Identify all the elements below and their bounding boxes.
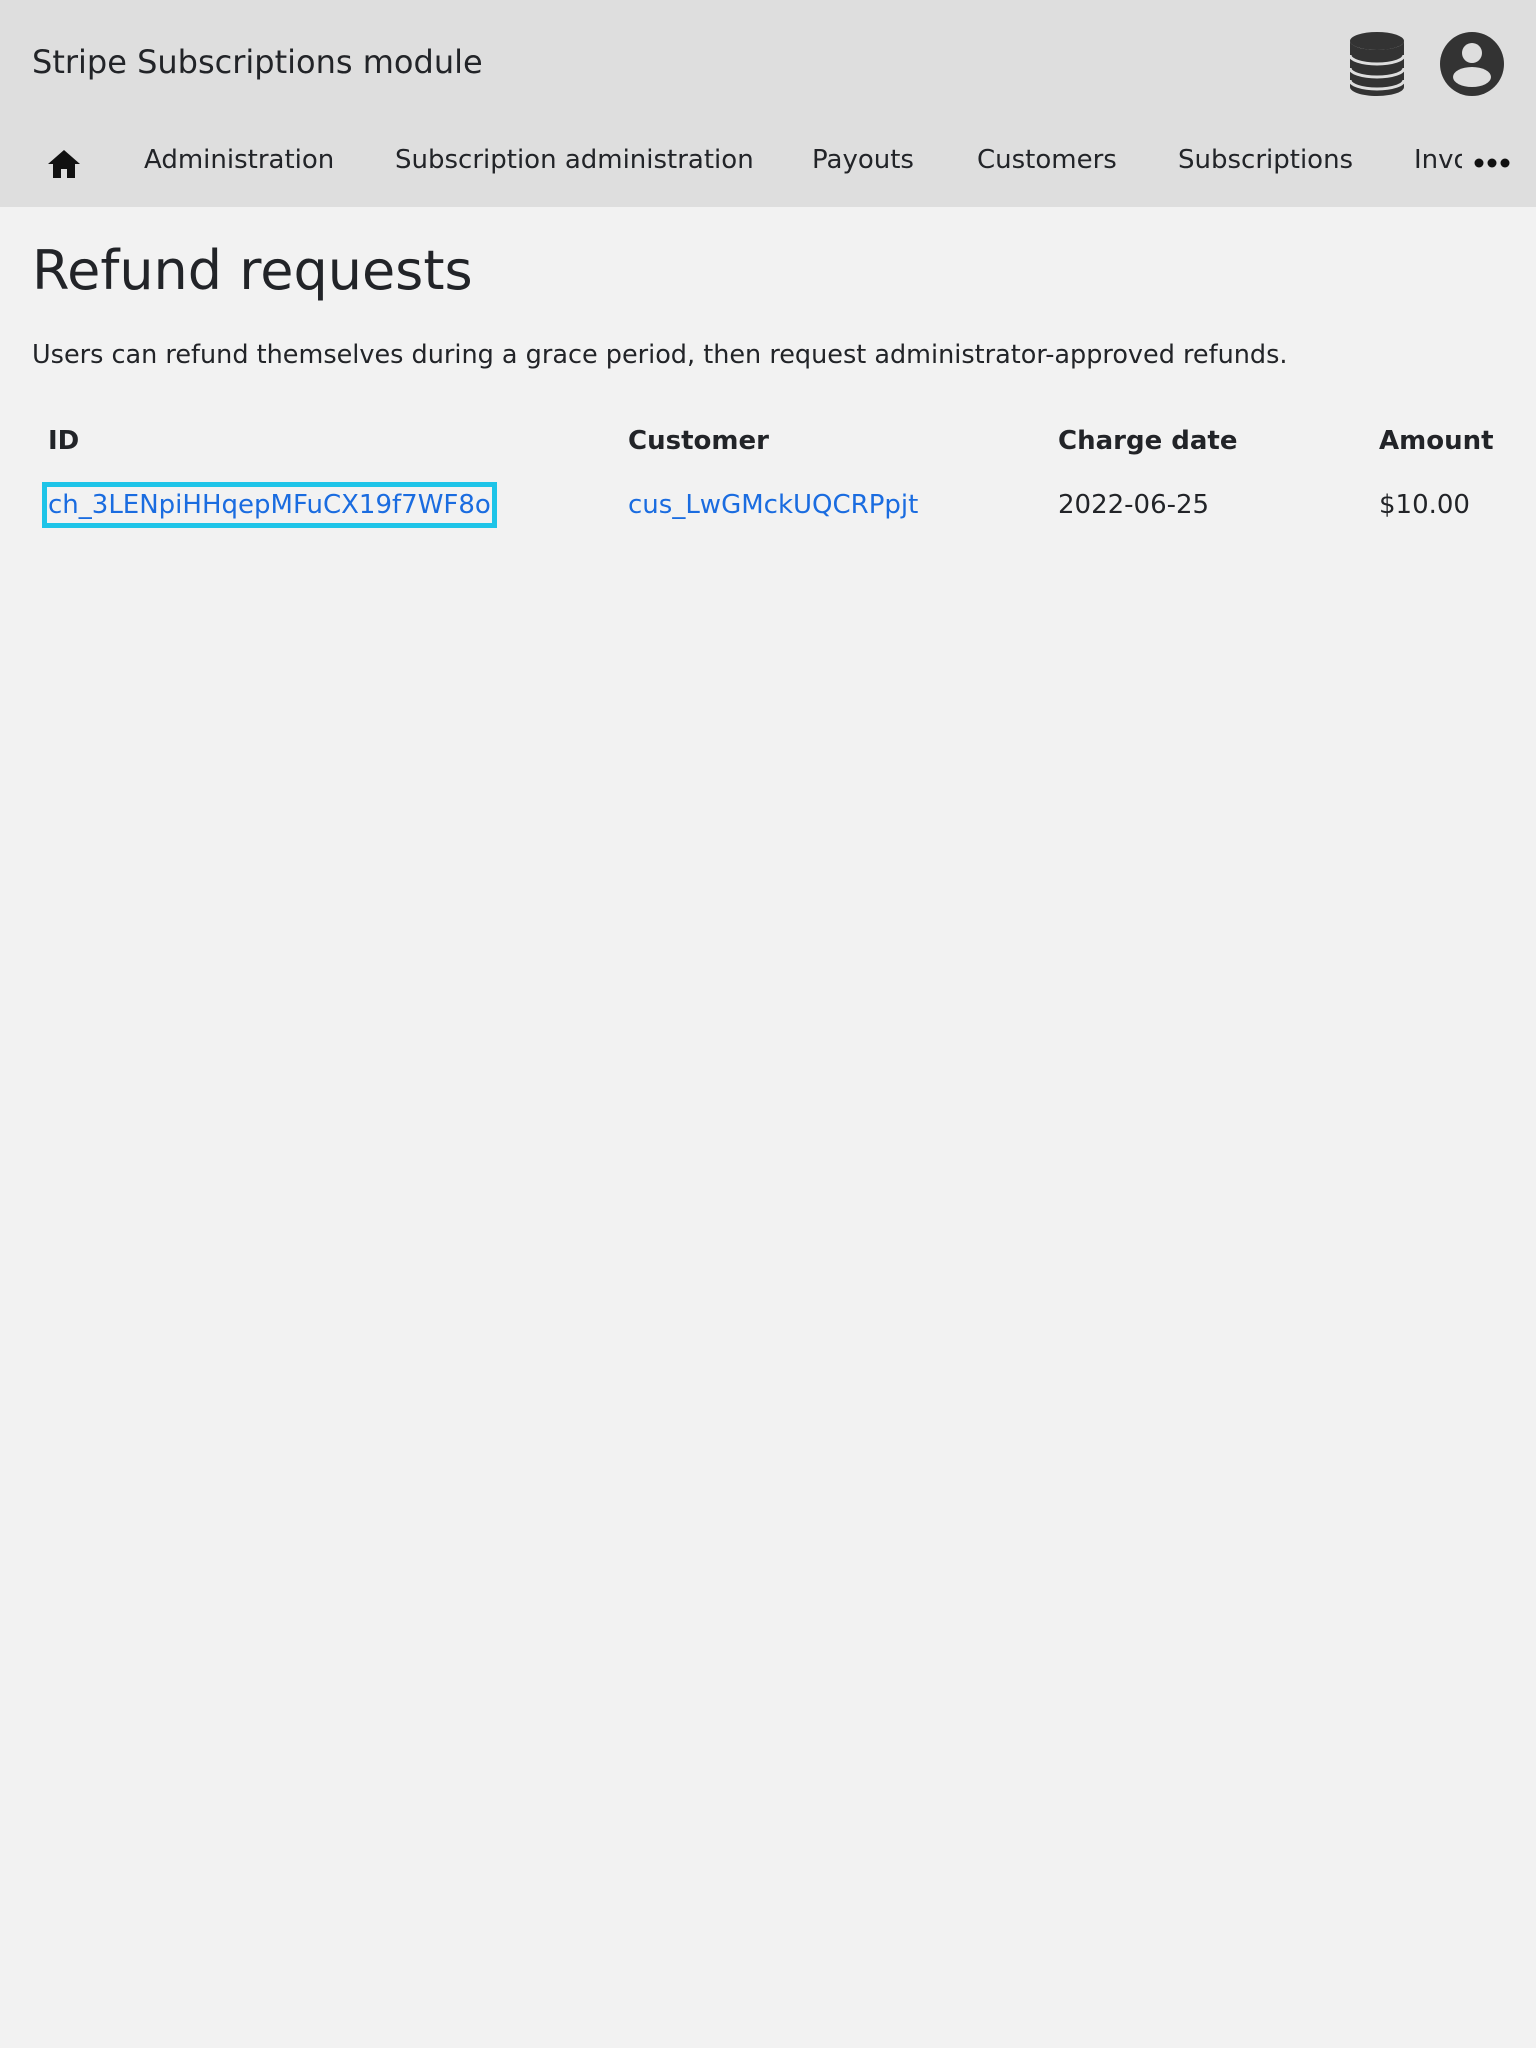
nav-home-button[interactable] — [44, 144, 84, 184]
charge-id-link[interactable]: ch_3LENpiHHqepMFuCX19f7WF8o — [42, 482, 497, 528]
nav-items: Administration Subscription administrati… — [0, 128, 1462, 198]
database-icon — [1348, 32, 1406, 96]
page-title: Refund requests — [32, 239, 473, 302]
more-horizontal-icon — [1474, 158, 1510, 168]
nav-more-button[interactable] — [1472, 148, 1512, 178]
column-header-charge-date: Charge date — [1058, 426, 1238, 456]
charge-date-cell: 2022-06-25 — [1058, 490, 1210, 520]
nav-item-subscription-administration[interactable]: Subscription administration — [395, 143, 754, 177]
amount-cell: $10.00 — [1379, 490, 1470, 520]
app-header: Stripe Subscriptions module Administrati… — [0, 0, 1536, 207]
app-title: Stripe Subscriptions module — [32, 43, 483, 81]
nav-item-administration[interactable]: Administration — [144, 143, 334, 177]
customer-id-link[interactable]: cus_LwGMckUQCRPpjt — [628, 488, 918, 522]
nav-item-payouts[interactable]: Payouts — [812, 143, 914, 177]
column-header-customer: Customer — [628, 426, 769, 456]
nav-item-invoices[interactable]: Invoices — [1414, 143, 1462, 177]
column-header-id: ID — [48, 426, 80, 456]
account-button[interactable] — [1436, 28, 1508, 100]
page-description: Users can refund themselves during a gra… — [32, 340, 1288, 370]
column-header-amount: Amount — [1379, 426, 1494, 456]
home-icon — [48, 150, 80, 178]
main-navigation: Administration Subscription administrati… — [0, 128, 1536, 198]
user-account-icon — [1440, 32, 1504, 96]
nav-item-subscriptions[interactable]: Subscriptions — [1178, 143, 1353, 177]
database-button[interactable] — [1342, 28, 1412, 100]
nav-item-customers[interactable]: Customers — [977, 143, 1117, 177]
